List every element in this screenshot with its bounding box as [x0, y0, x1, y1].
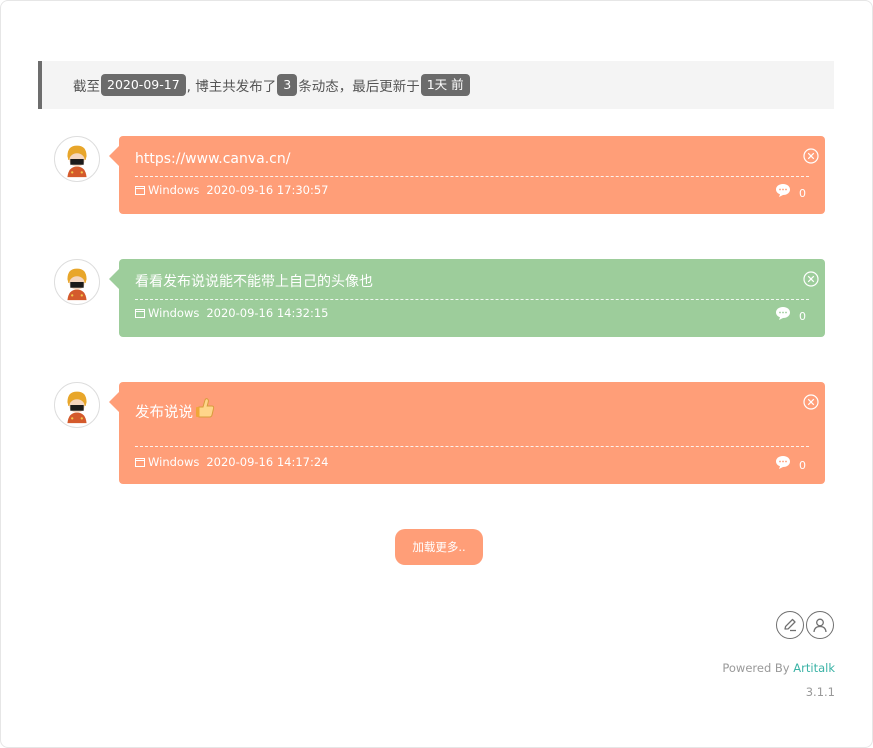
comment-icon[interactable] — [775, 306, 791, 321]
comment-button[interactable]: 0 — [775, 306, 806, 323]
post-card: https://www.canva.cn/ Windows 2020-09-16… — [109, 136, 825, 214]
post-content: 发布说说 — [135, 397, 809, 446]
summary-prefix: 截至 — [73, 79, 100, 95]
post-meta: Windows 2020-09-16 14:17:24 0 — [135, 447, 809, 477]
edit-icon[interactable] — [781, 616, 799, 634]
avatar-icon — [55, 383, 99, 427]
comment-count: 0 — [799, 458, 806, 472]
post-os: Windows — [148, 183, 200, 197]
avatar — [54, 136, 100, 182]
load-more-button[interactable]: 加载更多.. — [395, 529, 483, 565]
artitalk-link[interactable]: Artitalk — [793, 661, 835, 675]
user-icon[interactable] — [811, 616, 829, 634]
post-text: 发布说说 — [135, 405, 193, 421]
summary-middle: , 博主共发布了 — [186, 79, 277, 95]
comment-button[interactable]: 0 — [775, 183, 806, 200]
post-os: Windows — [148, 306, 200, 320]
summary-date-badge: 2020-09-17 — [101, 74, 186, 96]
comment-icon[interactable] — [775, 183, 791, 198]
post-datetime: 2020-09-16 17:30:57 — [206, 183, 329, 197]
window-icon — [135, 308, 145, 318]
edit-button[interactable] — [776, 611, 804, 639]
avatar-icon — [55, 260, 99, 304]
comment-icon[interactable] — [775, 455, 791, 470]
avatar — [54, 259, 100, 305]
summary-count-badge: 3 — [277, 74, 298, 96]
post-content: 看看发布说说能不能带上自己的头像也 — [135, 274, 373, 290]
close-icon[interactable] — [803, 394, 819, 410]
comment-count: 0 — [799, 186, 806, 200]
post-content: https://www.canva.cn/ — [135, 151, 291, 167]
post-card: 发布说说 Windows 2020-09-16 14:17:24 0 — [109, 382, 825, 484]
summary-suffix: 条动态，最后更新于 — [298, 79, 420, 95]
post-datetime: 2020-09-16 14:32:15 — [206, 306, 329, 320]
app-frame — [0, 0, 873, 748]
summary-updated-badge: 1天 前 — [420, 74, 470, 96]
comment-button[interactable]: 0 — [775, 455, 806, 472]
window-icon — [135, 185, 145, 195]
post-meta: Windows 2020-09-16 14:32:15 0 — [135, 300, 809, 326]
thumbs-up-icon — [196, 398, 215, 418]
comment-count: 0 — [799, 309, 806, 323]
close-icon[interactable] — [803, 271, 819, 287]
version-label: 3.1.1 — [805, 685, 835, 699]
post-card: 看看发布说说能不能带上自己的头像也 Windows 2020-09-16 14:… — [109, 259, 825, 337]
powered-prefix: Powered By — [722, 661, 794, 675]
avatar — [54, 382, 100, 428]
powered-by: Powered By Artitalk — [722, 661, 835, 675]
avatar-icon — [55, 137, 99, 181]
close-icon[interactable] — [803, 148, 819, 164]
post-datetime: 2020-09-16 14:17:24 — [206, 455, 329, 469]
user-button[interactable] — [806, 611, 834, 639]
post-os: Windows — [148, 455, 200, 469]
post-meta: Windows 2020-09-16 17:30:57 0 — [135, 177, 809, 203]
window-icon — [135, 457, 145, 467]
summary-bar: 截至 2020-09-17 , 博主共发布了 3 条动态，最后更新于 1天 前 — [38, 61, 834, 109]
